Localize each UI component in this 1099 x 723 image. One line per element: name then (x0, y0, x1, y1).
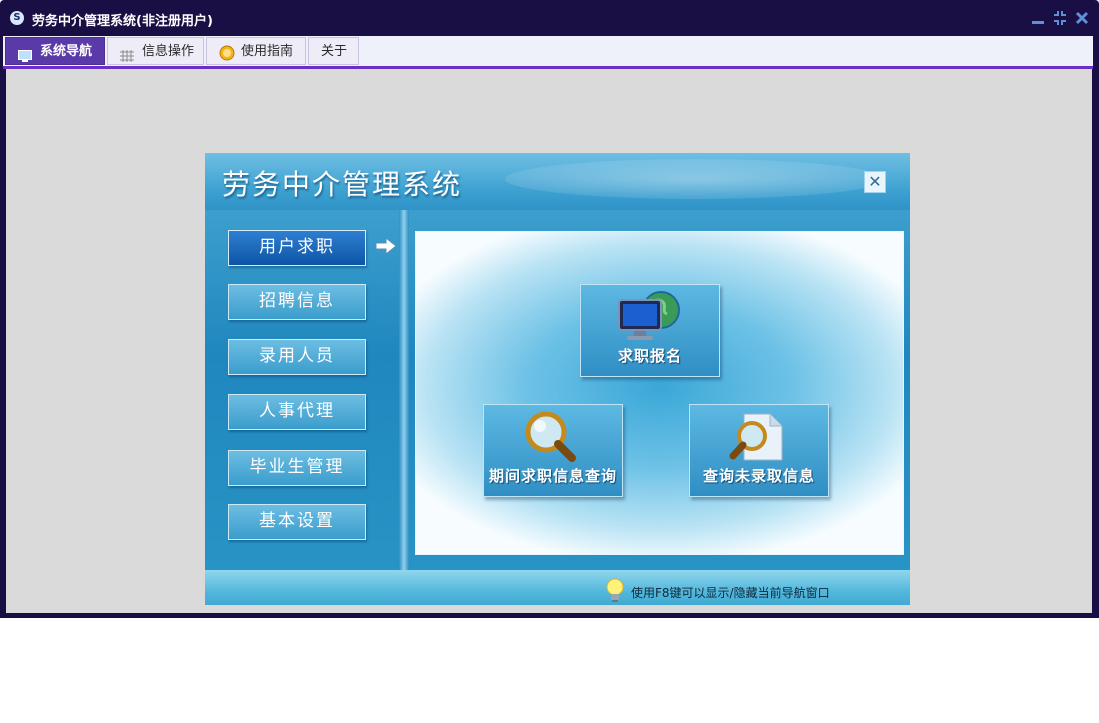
side-button-job-seeking[interactable]: 用户求职 (228, 230, 366, 266)
app-logo-icon: S (10, 11, 24, 25)
close-icon[interactable] (1074, 9, 1090, 27)
menu-bar: 系统导航 信息操作 使用指南 关于 (3, 36, 1093, 66)
navigation-close-button[interactable]: ✕ (864, 171, 886, 193)
tab-label: 信息操作 (142, 44, 195, 59)
side-button-hired-staff[interactable]: 录用人员 (228, 339, 366, 375)
f8-hint-text: 使用F8键可以显示/隐藏当前导航窗口 (631, 586, 830, 600)
tab-system-navigation[interactable]: 系统导航 (5, 37, 105, 65)
tab-about[interactable]: 关于 (308, 37, 359, 65)
function-job-registration-button[interactable]: 求职报名 (580, 284, 720, 377)
tab-label: 使用指南 (241, 44, 294, 59)
navigation-title: 劳务中介管理系统 (222, 168, 463, 201)
light-bulb-icon (605, 578, 625, 604)
function-label: 查询未录取信息 (702, 467, 815, 485)
title-bar: S 劳务中介管理系统(非注册用户) (0, 0, 1099, 36)
function-period-job-query-button[interactable]: 期间求职信息查询 (483, 404, 623, 497)
navigation-footer: 使用F8键可以显示/隐藏当前导航窗口 (205, 570, 910, 605)
magnifier-icon (525, 411, 576, 462)
help-coin-icon (219, 44, 235, 61)
tab-label: 关于 (321, 44, 348, 59)
navigation-header: 劳务中介管理系统 (205, 153, 910, 210)
side-button-recruitment-info[interactable]: 招聘信息 (228, 284, 366, 320)
tab-user-guide[interactable]: 使用指南 (206, 37, 306, 65)
tab-label: 系统导航 (40, 44, 93, 59)
selected-arrow-icon (374, 236, 398, 256)
side-button-hr-agency[interactable]: 人事代理 (228, 394, 366, 430)
divider (399, 210, 409, 570)
window-title: 劳务中介管理系统(非注册用户) (32, 14, 213, 29)
monitor-globe-icon (618, 291, 680, 340)
tab-information-operations[interactable]: 信息操作 (107, 37, 204, 65)
document-search-icon (729, 413, 783, 461)
side-button-basic-settings[interactable]: 基本设置 (228, 504, 366, 540)
monitor-icon (18, 45, 32, 62)
restore-icon[interactable] (1052, 9, 1068, 27)
side-button-graduate-management[interactable]: 毕业生管理 (228, 450, 366, 486)
navigation-window: 劳务中介管理系统 ✕ 用户求职 招聘信息 录用人员 人事代理 毕业生管理 基本设… (205, 153, 910, 605)
minimize-icon[interactable] (1030, 9, 1046, 27)
function-unhired-query-button[interactable]: 查询未录取信息 (689, 404, 829, 497)
grid-icon (120, 45, 134, 62)
function-label: 期间求职信息查询 (488, 467, 617, 485)
function-panel: 求职报名 期间求职信息查询 查询未录取信息 (415, 231, 904, 555)
function-label: 求职报名 (617, 347, 682, 365)
